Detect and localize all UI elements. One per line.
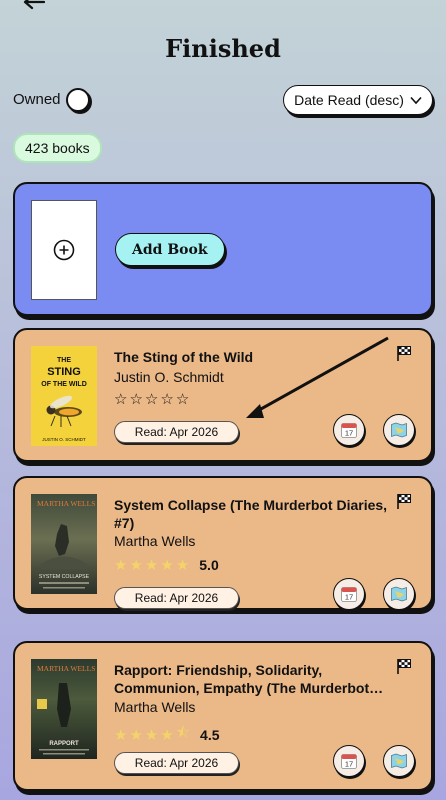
map-icon [391, 586, 407, 602]
book-title: System Collapse (The Murderbot Diaries, … [114, 497, 388, 531]
add-book-card: Add Book [13, 182, 433, 316]
page-title: Finished [165, 34, 281, 63]
star-filled-icon: ★ [175, 556, 190, 574]
map-button[interactable] [383, 578, 415, 610]
rating-value: 5.0 [199, 557, 219, 573]
add-cover-placeholder[interactable] [31, 200, 97, 300]
calendar-icon: 17 [341, 587, 357, 602]
svg-text:STING: STING [47, 366, 81, 378]
book-cover: MARTHA WELLS SYSTEM COLLAPSE [31, 494, 97, 594]
svg-text:JUSTIN O. SCHMIDT: JUSTIN O. SCHMIDT [42, 437, 86, 442]
checkered-flag-icon[interactable] [395, 657, 413, 675]
star-filled-icon: ★ [129, 556, 143, 574]
plus-circle-icon [53, 239, 75, 261]
book-author: Martha Wells [114, 699, 196, 715]
map-button[interactable] [383, 414, 415, 446]
svg-text:SYSTEM COLLAPSE: SYSTEM COLLAPSE [39, 574, 90, 580]
rating-stars[interactable]: ★ ★ ★ ★ ⯪ 4.5 [114, 722, 220, 747]
book-card[interactable]: MARTHA WELLS RAPPORT Rapport: Friendship… [13, 641, 433, 791]
sort-label: Date Read (desc) [294, 92, 404, 108]
rating-value: 4.5 [200, 726, 220, 743]
star-filled-icon: ★ [160, 725, 174, 744]
star-empty-icon: ☆ [114, 390, 128, 408]
star-filled-icon: ★ [144, 556, 159, 574]
star-empty-icon: ☆ [160, 390, 174, 408]
svg-text:MARTHA WELLS: MARTHA WELLS [37, 499, 95, 508]
read-date-pill[interactable]: Read: Apr 2026 [114, 421, 239, 443]
calendar-button[interactable]: 17 [333, 414, 365, 446]
rating-stars[interactable]: ☆ ☆ ☆ ☆ ☆ [114, 390, 189, 408]
svg-text:MARTHA WELLS: MARTHA WELLS [37, 664, 95, 673]
star-half-icon: ⯪ [175, 723, 191, 741]
star-filled-icon: ★ [129, 725, 143, 744]
star-empty-icon: ☆ [129, 390, 143, 408]
book-card[interactable]: MARTHA WELLS SYSTEM COLLAPSE System Coll… [13, 476, 433, 610]
wasp-illustration [46, 395, 82, 427]
svg-text:RAPPORT: RAPPORT [49, 741, 79, 747]
star-empty-icon: ☆ [175, 390, 190, 408]
svg-text:THE: THE [57, 357, 71, 364]
svg-text:17: 17 [345, 593, 353, 602]
book-cover: MARTHA WELLS RAPPORT [31, 659, 97, 759]
star-empty-icon: ☆ [144, 390, 159, 408]
book-author: Justin O. Schmidt [114, 369, 224, 385]
map-button[interactable] [383, 745, 415, 777]
owned-toggle[interactable] [66, 88, 90, 112]
star-filled-icon: ★ [144, 725, 159, 744]
sort-dropdown[interactable]: Date Read (desc) [283, 85, 433, 115]
book-cover: THE STING OF THE WILD JUSTIN O. SCHMIDT [31, 346, 97, 446]
svg-text:17: 17 [345, 760, 353, 769]
book-title: The Sting of the Wild [114, 349, 254, 365]
add-book-button[interactable]: Add Book [115, 233, 225, 266]
owned-label: Owned [13, 91, 61, 108]
map-icon [391, 422, 407, 438]
book-author: Martha Wells [114, 533, 196, 549]
calendar-icon: 17 [341, 754, 357, 769]
checkered-flag-icon[interactable] [395, 492, 413, 510]
chevron-down-icon [410, 96, 422, 104]
book-card[interactable]: THE STING OF THE WILD JUSTIN O. SCHMIDT … [13, 328, 433, 462]
svg-text:OF THE WILD: OF THE WILD [41, 381, 87, 388]
calendar-button[interactable]: 17 [333, 578, 365, 610]
checkered-flag-icon[interactable] [395, 344, 413, 362]
book-count-badge: 423 books [13, 133, 102, 163]
calendar-icon: 17 [341, 423, 357, 438]
svg-text:17: 17 [345, 429, 353, 438]
rating-stars[interactable]: ★ ★ ★ ★ ★ 5.0 [114, 556, 219, 574]
read-date-pill[interactable]: Read: Apr 2026 [114, 587, 239, 609]
star-filled-icon: ★ [114, 556, 128, 574]
read-date-pill[interactable]: Read: Apr 2026 [114, 752, 239, 774]
calendar-button[interactable]: 17 [333, 745, 365, 777]
map-icon [391, 753, 407, 769]
star-filled-icon: ★ [160, 556, 174, 574]
star-filled-icon: ★ [114, 725, 128, 744]
book-title: Rapport: Friendship, Solidarity, Communi… [114, 662, 384, 696]
back-arrow-icon[interactable] [22, 0, 46, 12]
